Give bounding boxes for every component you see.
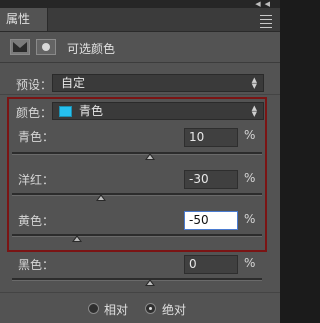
absolute-radio[interactable] xyxy=(145,303,156,314)
collapse-panels-icon[interactable]: ◀◀ ✕ xyxy=(248,0,274,16)
slider-label-cyan: 青色： xyxy=(18,130,55,144)
magenta-slider-thumb[interactable] xyxy=(96,194,106,201)
adjustment-layer-icon[interactable] xyxy=(10,39,30,55)
section-divider xyxy=(0,292,280,293)
black-slider-thumb[interactable] xyxy=(145,279,155,286)
black-slider-track[interactable] xyxy=(12,278,262,281)
panel-titlebar: 属性 xyxy=(0,8,280,32)
relative-radio[interactable] xyxy=(88,303,99,314)
panel-top-strip: ◀◀ ✕ xyxy=(0,0,280,16)
black-value-field[interactable]: 0 xyxy=(184,255,238,274)
adjustment-header: 可选颜色 xyxy=(0,32,280,63)
cyan-value-field[interactable]: 10 xyxy=(184,128,238,147)
yellow-unit: % xyxy=(244,212,256,226)
panel-menu-icon[interactable] xyxy=(260,15,272,31)
magenta-slider-track[interactable] xyxy=(12,193,262,196)
slider-label-black: 黑色： xyxy=(18,258,55,272)
tab-properties[interactable]: 属性 xyxy=(0,8,48,31)
section-divider xyxy=(0,94,280,95)
yellow-slider-track[interactable] xyxy=(12,234,262,237)
yellow-slider-thumb[interactable] xyxy=(72,235,82,242)
properties-panel: ◀◀ ✕ 属性 可选颜色 预设： 自定 ▲▼ 颜色： 青色 ▲▼ 青色： 10 … xyxy=(0,0,280,323)
absolute-label[interactable]: 绝对 xyxy=(162,301,186,318)
color-label: 颜色： xyxy=(16,106,53,120)
yellow-value-field[interactable]: -50 xyxy=(184,211,238,230)
preset-label: 预设： xyxy=(16,78,53,92)
black-unit: % xyxy=(244,256,256,270)
preset-dropdown[interactable]: 自定 ▲ ▼ xyxy=(52,74,264,92)
color-swatch xyxy=(59,106,72,117)
color-dropdown[interactable]: 青色 ▲ ▼ xyxy=(52,102,264,120)
cyan-unit: % xyxy=(244,128,256,142)
magenta-unit: % xyxy=(244,171,256,185)
cyan-slider-track[interactable] xyxy=(12,152,262,155)
magenta-value-field[interactable]: -30 xyxy=(184,170,238,189)
dropdown-arrows-icon: ▲ ▼ xyxy=(251,104,257,118)
relative-label[interactable]: 相对 xyxy=(104,301,128,318)
slider-label-yellow: 黄色： xyxy=(18,214,55,228)
cyan-slider-thumb[interactable] xyxy=(145,153,155,160)
dropdown-arrows-icon: ▲ ▼ xyxy=(251,76,257,90)
slider-label-magenta: 洋红： xyxy=(18,173,55,187)
layer-mask-icon[interactable] xyxy=(36,39,56,55)
adjustment-title: 可选颜色 xyxy=(67,42,116,56)
preset-value: 自定 xyxy=(61,76,86,90)
color-value: 青色 xyxy=(79,104,104,118)
